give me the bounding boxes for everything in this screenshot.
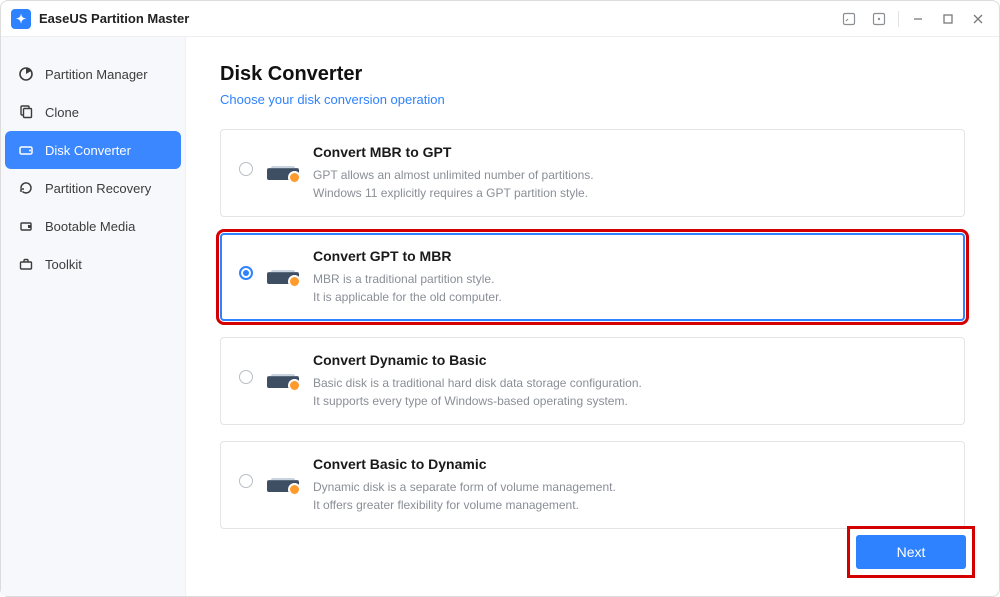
option-line: Windows 11 explicitly requires a GPT par… [313,184,946,202]
option-line: MBR is a traditional partition style. [313,270,946,288]
option-title: Convert Dynamic to Basic [313,352,946,368]
radio-icon [239,162,253,176]
option-dynamic-to-basic[interactable]: Convert Dynamic to Basic Basic disk is a… [220,337,965,425]
hdd-icon [267,258,299,286]
disk-icon [17,141,35,159]
option-line: It supports every type of Windows-based … [313,392,946,410]
sidebar-item-partition-manager[interactable]: Partition Manager [5,55,181,93]
operations-icon[interactable] [864,7,894,31]
sidebar-item-label: Partition Recovery [45,181,151,196]
radio-icon [239,370,253,384]
usb-icon [17,217,35,235]
sidebar-item-partition-recovery[interactable]: Partition Recovery [5,169,181,207]
titlebar-separator [898,11,899,27]
app-window: ✦ EaseUS Partition Master Partition Mana… [0,0,1000,597]
sidebar: Partition Manager Clone Disk Converter P… [1,37,186,596]
maximize-button[interactable] [933,7,963,31]
option-title: Convert MBR to GPT [313,144,946,160]
main-panel: Disk Converter Choose your disk conversi… [186,37,999,596]
footer: Next [847,526,975,578]
sidebar-item-label: Toolkit [45,257,82,272]
sidebar-item-clone[interactable]: Clone [5,93,181,131]
copy-icon [17,103,35,121]
refresh-icon [17,179,35,197]
option-line: GPT allows an almost unlimited number of… [313,166,946,184]
sidebar-item-label: Partition Manager [45,67,148,82]
option-title: Convert GPT to MBR [313,248,946,264]
page-subtitle: Choose your disk conversion operation [220,92,965,107]
radio-icon [239,266,253,280]
app-logo-icon: ✦ [11,9,31,29]
hdd-icon [267,466,299,494]
sidebar-item-label: Bootable Media [45,219,135,234]
page-title: Disk Converter [220,63,965,86]
next-highlight-box: Next [847,526,975,578]
tasklist-icon[interactable] [834,7,864,31]
window-title: EaseUS Partition Master [39,11,189,26]
sidebar-item-disk-converter[interactable]: Disk Converter [5,131,181,169]
sidebar-item-toolkit[interactable]: Toolkit [5,245,181,283]
minimize-button[interactable] [903,7,933,31]
option-gpt-to-mbr[interactable]: Convert GPT to MBR MBR is a traditional … [220,233,965,321]
titlebar: ✦ EaseUS Partition Master [1,1,999,37]
sidebar-item-label: Clone [45,105,79,120]
sidebar-item-label: Disk Converter [45,143,131,158]
option-basic-to-dynamic[interactable]: Convert Basic to Dynamic Dynamic disk is… [220,441,965,529]
option-list: Convert MBR to GPT GPT allows an almost … [220,129,965,529]
pie-icon [17,65,35,83]
option-title: Convert Basic to Dynamic [313,456,946,472]
toolbox-icon [17,255,35,273]
next-button[interactable]: Next [856,535,966,569]
option-line: It is applicable for the old computer. [313,288,946,306]
option-line: It offers greater flexibility for volume… [313,496,946,514]
sidebar-item-bootable-media[interactable]: Bootable Media [5,207,181,245]
close-button[interactable] [963,7,993,31]
radio-icon [239,474,253,488]
option-line: Dynamic disk is a separate form of volum… [313,478,946,496]
option-line: Basic disk is a traditional hard disk da… [313,374,946,392]
hdd-icon [267,362,299,390]
hdd-icon [267,154,299,182]
option-mbr-to-gpt[interactable]: Convert MBR to GPT GPT allows an almost … [220,129,965,217]
